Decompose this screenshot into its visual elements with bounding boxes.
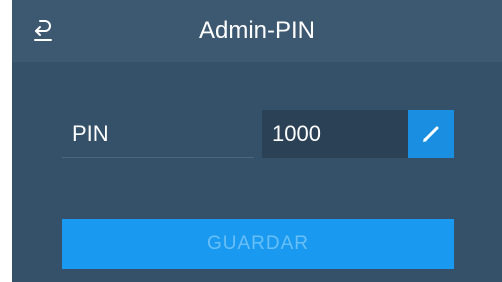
admin-pin-screen: Admin-PIN PIN 1000 GUARDAR <box>12 0 502 282</box>
pin-field[interactable]: 1000 <box>262 110 408 158</box>
page-title: Admin-PIN <box>198 17 316 44</box>
header-bar: Admin-PIN <box>12 0 502 62</box>
edit-pin-button[interactable] <box>408 110 454 158</box>
back-button[interactable] <box>12 0 74 62</box>
back-arrow-icon <box>34 20 52 41</box>
save-button[interactable]: GUARDAR <box>62 219 454 269</box>
pencil-icon <box>423 126 439 142</box>
pin-label: PIN <box>62 110 254 158</box>
